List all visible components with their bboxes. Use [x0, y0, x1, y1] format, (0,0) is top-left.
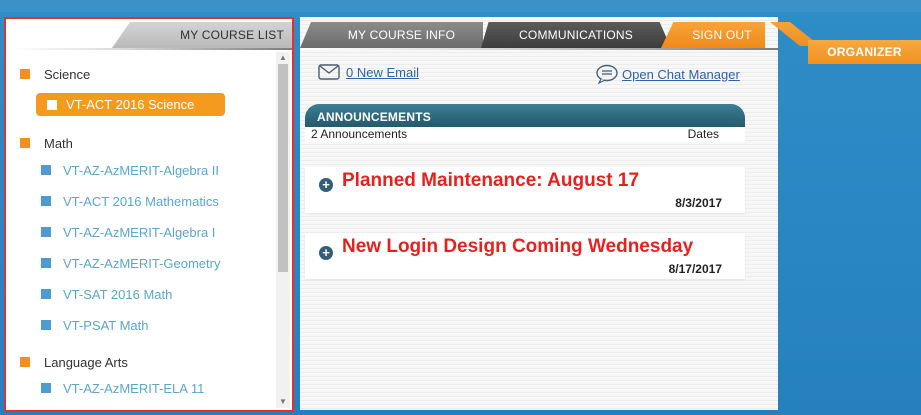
category-science[interactable]: Science	[20, 65, 90, 83]
open-chat-manager-link[interactable]: Open Chat Manager	[595, 64, 740, 84]
announcement-title[interactable]: Planned Maintenance: August 17	[342, 170, 639, 192]
category-marker-icon	[20, 357, 30, 367]
announcement-item[interactable]: + New Login Design Coming Wednesday 8/17…	[305, 233, 745, 279]
category-label: Science	[44, 66, 91, 82]
chat-manager-label: Open Chat Manager	[622, 66, 740, 82]
course-list-scrollbar[interactable]: ▲ ▼	[276, 52, 290, 408]
tab-my-course-info[interactable]: MY COURSE INFO	[300, 22, 483, 48]
envelope-icon	[318, 64, 340, 80]
new-email-link[interactable]: 0 New Email	[318, 64, 419, 80]
category-math[interactable]: Math	[20, 134, 73, 152]
announcements-subheader: 2 Announcements Dates	[305, 127, 745, 142]
course-label: VT-ACT 2016 Mathematics	[63, 193, 219, 209]
scrollbar-thumb[interactable]	[278, 64, 288, 272]
course-marker-icon	[41, 165, 51, 175]
announcement-item[interactable]: + Planned Maintenance: August 17 8/3/201…	[305, 167, 745, 213]
course-marker-icon	[41, 258, 51, 268]
category-marker-icon	[20, 138, 30, 148]
course-marker-icon	[47, 99, 57, 110]
category-label: Math	[44, 135, 73, 151]
organizer-button[interactable]: ORGANIZER	[808, 40, 921, 64]
tab-underline	[8, 48, 292, 50]
chat-bubble-icon	[596, 64, 618, 84]
course-label: VT-ACT 2016 Science	[66, 97, 195, 112]
course-item[interactable]: VT-PSAT Math	[41, 316, 149, 334]
category-language-arts[interactable]: Language Arts	[20, 353, 128, 371]
dates-column-label: Dates	[687, 127, 719, 141]
category-marker-icon	[20, 69, 30, 79]
tab-my-course-list[interactable]: MY COURSE LIST	[112, 22, 292, 48]
category-label: Language Arts	[44, 354, 128, 370]
course-item[interactable]: VT-AZ-AzMERIT-ELA 11	[41, 379, 204, 397]
top-navigation-tabs: MY COURSE INFO COMMUNICATIONS SIGN OUT	[300, 22, 765, 48]
course-marker-icon	[41, 289, 51, 299]
tab-underline	[300, 48, 778, 50]
course-item-selected[interactable]: VT-ACT 2016 Science	[36, 93, 225, 116]
course-label: VT-AZ-AzMERIT-Geometry	[63, 255, 221, 271]
scroll-down-arrow-icon[interactable]: ▼	[278, 396, 288, 408]
page-background-strip	[0, 0, 921, 12]
announcement-title[interactable]: New Login Design Coming Wednesday	[342, 236, 693, 258]
course-marker-icon	[41, 196, 51, 206]
course-label: VT-PSAT Math	[63, 317, 149, 333]
announcements-count: 2 Announcements	[311, 127, 408, 141]
course-item[interactable]: VT-SAT 2016 Math	[41, 285, 172, 303]
course-marker-icon	[41, 227, 51, 237]
scroll-up-arrow-icon[interactable]: ▲	[278, 52, 288, 64]
course-label: VT-AZ-AzMERIT-Algebra I	[63, 224, 216, 240]
course-label: VT-AZ-AzMERIT-ELA 11	[63, 380, 205, 396]
course-label: VT-AZ-AzMERIT-Algebra II	[63, 162, 220, 178]
sign-out-button[interactable]: SIGN OUT	[661, 22, 765, 48]
tab-communications[interactable]: COMMUNICATIONS	[481, 22, 671, 48]
course-item[interactable]: VT-AZ-AzMERIT-Algebra II	[41, 161, 219, 179]
course-item[interactable]: VT-AZ-AzMERIT-Algebra I	[41, 223, 215, 241]
announcement-date: 8/17/2017	[668, 262, 722, 276]
course-list: Science VT-ACT 2016 Science Math VT-AZ-A…	[8, 55, 275, 407]
new-email-label: 0 New Email	[346, 64, 419, 80]
announcement-date: 8/3/2017	[675, 196, 722, 210]
expand-plus-icon[interactable]: +	[319, 178, 333, 192]
course-marker-icon	[41, 320, 51, 330]
course-item[interactable]: VT-AZ-AzMERIT-Geometry	[41, 254, 220, 272]
expand-plus-icon[interactable]: +	[319, 246, 333, 260]
course-item[interactable]: VT-ACT 2016 Mathematics	[41, 192, 219, 210]
course-marker-icon	[41, 383, 51, 393]
course-label: VT-SAT 2016 Math	[63, 286, 173, 302]
